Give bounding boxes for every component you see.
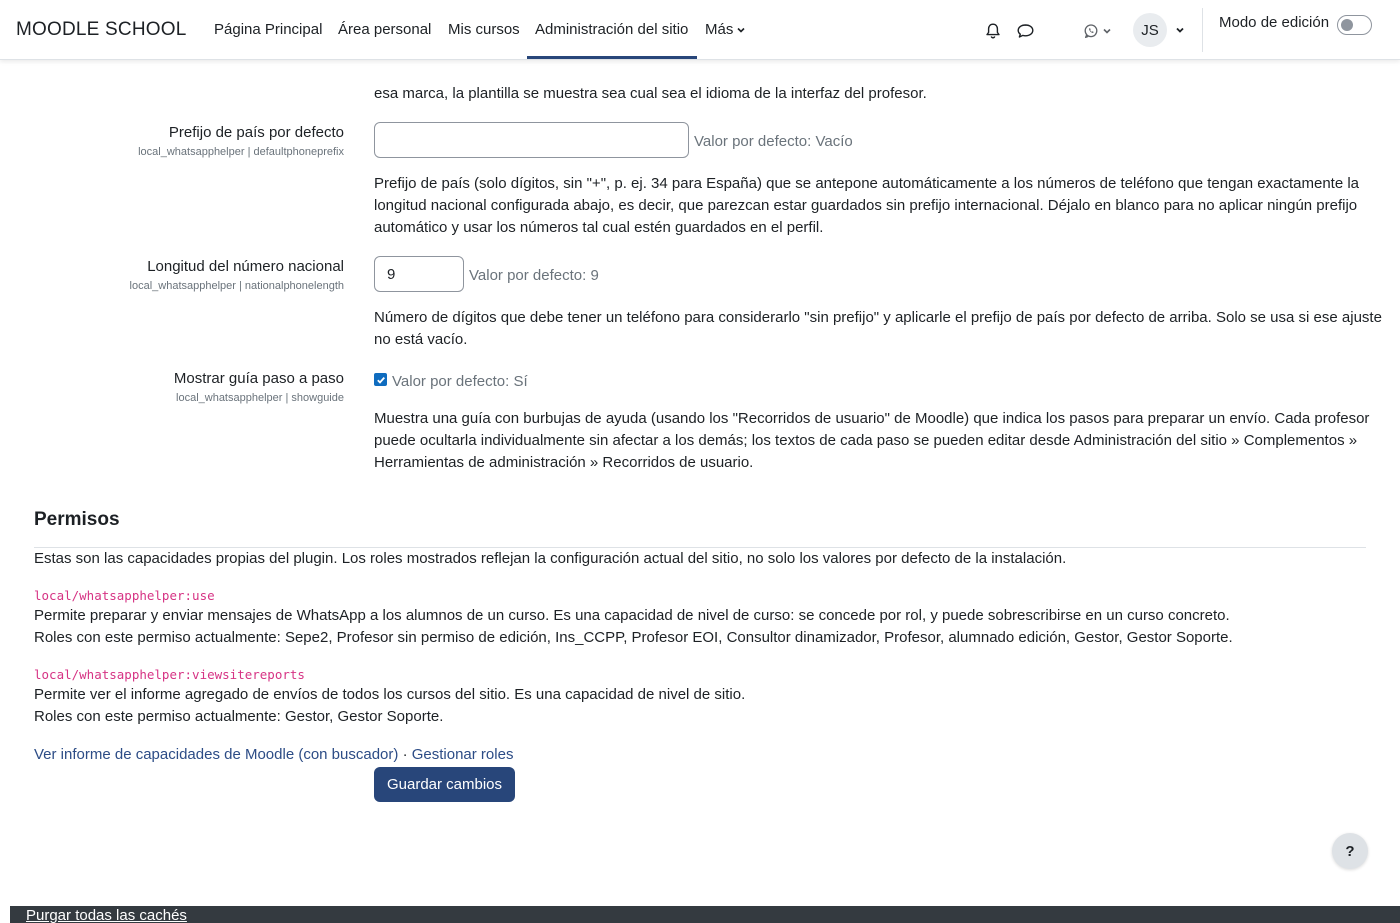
permissions-links: Ver informe de capacidades de Moodle (co… [34,744,513,766]
prefix-description-line-1: Prefijo de país (solo dígitos, sin "+", … [374,175,1360,192]
setting-label-length: Longitud del número nacional [147,258,344,275]
site-brand[interactable]: MOODLE SCHOOL [16,19,186,41]
check-icon [376,376,385,384]
prefix-description-line-3: automático y usar los números tal cual e… [374,219,824,236]
nav-my-courses[interactable]: Mis cursos [448,21,520,38]
chevron-down-icon [1102,28,1111,34]
help-button[interactable]: ? [1332,833,1368,869]
capability-description: Permite ver el informe agregado de envío… [34,686,746,703]
capability-report-link[interactable]: Ver informe de capacidades de Moodle (co… [34,746,398,763]
page-footer: Purgar todas las cachés [10,906,1400,923]
nav-home[interactable]: Página Principal [214,21,322,38]
setting-key-length: local_whatsapphelper | nationalphoneleng… [129,280,344,292]
setting-label-prefix: Prefijo de país por defecto [168,124,344,141]
save-changes-button[interactable]: Guardar cambios [374,767,515,802]
help-icon: ? [1345,842,1355,860]
length-description-line-1: Número de dígitos que debe tener un telé… [374,309,1382,326]
whatsapp-menu[interactable] [1080,20,1114,42]
notifications-bell-icon[interactable] [982,20,1004,42]
link-separator: · [402,746,408,763]
chevron-down-icon[interactable] [1175,25,1185,35]
capability-roles: Roles con este permiso actualmente: Sepe… [34,629,1233,646]
user-avatar[interactable]: JS [1133,13,1167,47]
capability-roles: Roles con este permiso actualmente: Gest… [34,708,444,725]
capability-name: local/whatsapphelper:viewsitereports [34,667,305,682]
avatar-initials: JS [1141,21,1159,39]
whatsapp-icon [1084,24,1097,39]
prefix-description-line-2: longitud nacional configurada abajo, es … [374,197,1358,214]
setting-key-guide: local_whatsapphelper | showguide [176,392,344,404]
active-tab-indicator [527,56,697,59]
nav-dashboard[interactable]: Área personal [338,21,431,38]
nav-more-label: Más [705,21,734,38]
setting-key-prefix: local_whatsapphelper | defaultphoneprefi… [138,146,344,158]
permissions-heading: Permisos [34,509,120,530]
guide-description-line-2: puede ocultarla individualmente sin afec… [374,432,1358,449]
top-navbar: MOODLE SCHOOL Página Principal Área pers… [0,0,1400,60]
prefix-input[interactable] [374,122,689,158]
length-default: Valor por defecto: 9 [469,267,599,284]
purge-caches-link[interactable]: Purgar todas las cachés [26,907,187,923]
toggle-knob [1341,19,1353,31]
previous-setting-description: esa marca, la plantilla se muestra sea c… [374,85,927,102]
nav-divider [1202,8,1203,52]
chevron-down-icon [737,27,745,33]
show-guide-checkbox[interactable] [374,373,387,386]
manage-roles-link[interactable]: Gestionar roles [412,746,514,763]
permissions-intro: Estas son las capacidades propias del pl… [34,550,1067,567]
capability-description: Permite preparar y enviar mensajes de Wh… [34,607,1230,624]
capability-name: local/whatsapphelper:use [34,588,215,603]
edit-mode-toggle[interactable] [1337,15,1372,35]
length-input[interactable] [374,256,464,292]
guide-description-line-1: Muestra una guía con burbujas de ayuda (… [374,410,1370,427]
edit-mode-label: Modo de edición [1219,14,1330,31]
messages-chat-icon[interactable] [1014,20,1036,42]
guide-description-line-3: Herramientas de administración » Recorri… [374,454,754,471]
nav-more[interactable]: Más [705,21,746,38]
prefix-default: Valor por defecto: Vacío [694,133,853,150]
nav-site-admin[interactable]: Administración del sitio [535,21,688,38]
length-description-line-2: no está vacío. [374,331,468,348]
setting-label-guide: Mostrar guía paso a paso [173,370,344,387]
guide-default: Valor por defecto: Sí [392,373,528,390]
